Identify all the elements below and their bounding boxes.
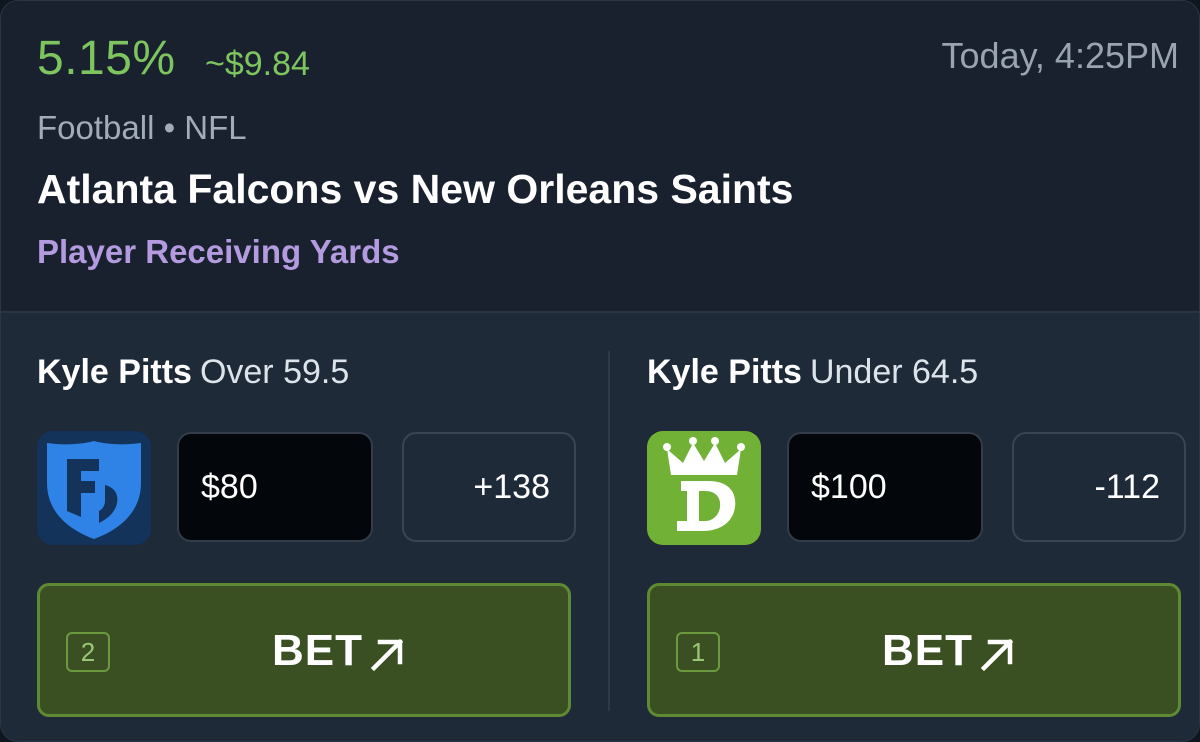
matchup-title: Atlanta Falcons vs New Orleans Saints	[37, 166, 794, 212]
stake-input[interactable]: $100	[787, 432, 983, 542]
fanduel-logo-icon[interactable]	[37, 431, 151, 545]
bet-count-badge: 1	[676, 632, 720, 672]
bet-side-over: Kyle Pitts Over 59.5 $80 +138 2 BET	[37, 313, 607, 741]
bet-button-label: BET	[272, 626, 363, 675]
player-name: Kyle Pitts	[647, 353, 802, 391]
bet-button-label: BET	[882, 626, 973, 675]
shield-icon	[47, 441, 141, 539]
external-arrow-icon	[370, 638, 404, 672]
odds-field[interactable]: -112	[1012, 432, 1186, 542]
bet-button[interactable]: 1 BET	[647, 583, 1181, 717]
event-time: Today, 4:25PM	[941, 35, 1179, 76]
player-name: Kyle Pitts	[37, 353, 192, 391]
pick-label: Kyle Pitts Over 59.5	[37, 353, 349, 392]
league-label: Football • NFL	[37, 109, 247, 146]
bet-line: Over 59.5	[199, 353, 350, 391]
crown-d-icon	[663, 437, 745, 531]
arbitrage-card: 5.15% ~$9.84 Today, 4:25PM Football • NF…	[0, 0, 1200, 742]
bet-button[interactable]: 2 BET	[37, 583, 571, 717]
card-header: 5.15% ~$9.84 Today, 4:25PM Football • NF…	[1, 1, 1199, 312]
bet-side-under: Kyle Pitts Under 64.5 $100 -112 1 BET	[647, 313, 1199, 741]
bet-line: Under 64.5	[809, 353, 979, 391]
profit-percent: 5.15%	[37, 32, 176, 85]
market-type: Player Receiving Yards	[37, 233, 400, 270]
stake-input[interactable]: $80	[177, 432, 373, 542]
bet-count-badge: 2	[66, 632, 110, 672]
profit-amount: ~$9.84	[205, 45, 310, 83]
external-arrow-icon	[980, 638, 1014, 672]
column-divider	[608, 351, 610, 711]
pick-label: Kyle Pitts Under 64.5	[647, 353, 978, 392]
draftkings-logo-icon[interactable]	[647, 431, 761, 545]
odds-field[interactable]: +138	[402, 432, 576, 542]
